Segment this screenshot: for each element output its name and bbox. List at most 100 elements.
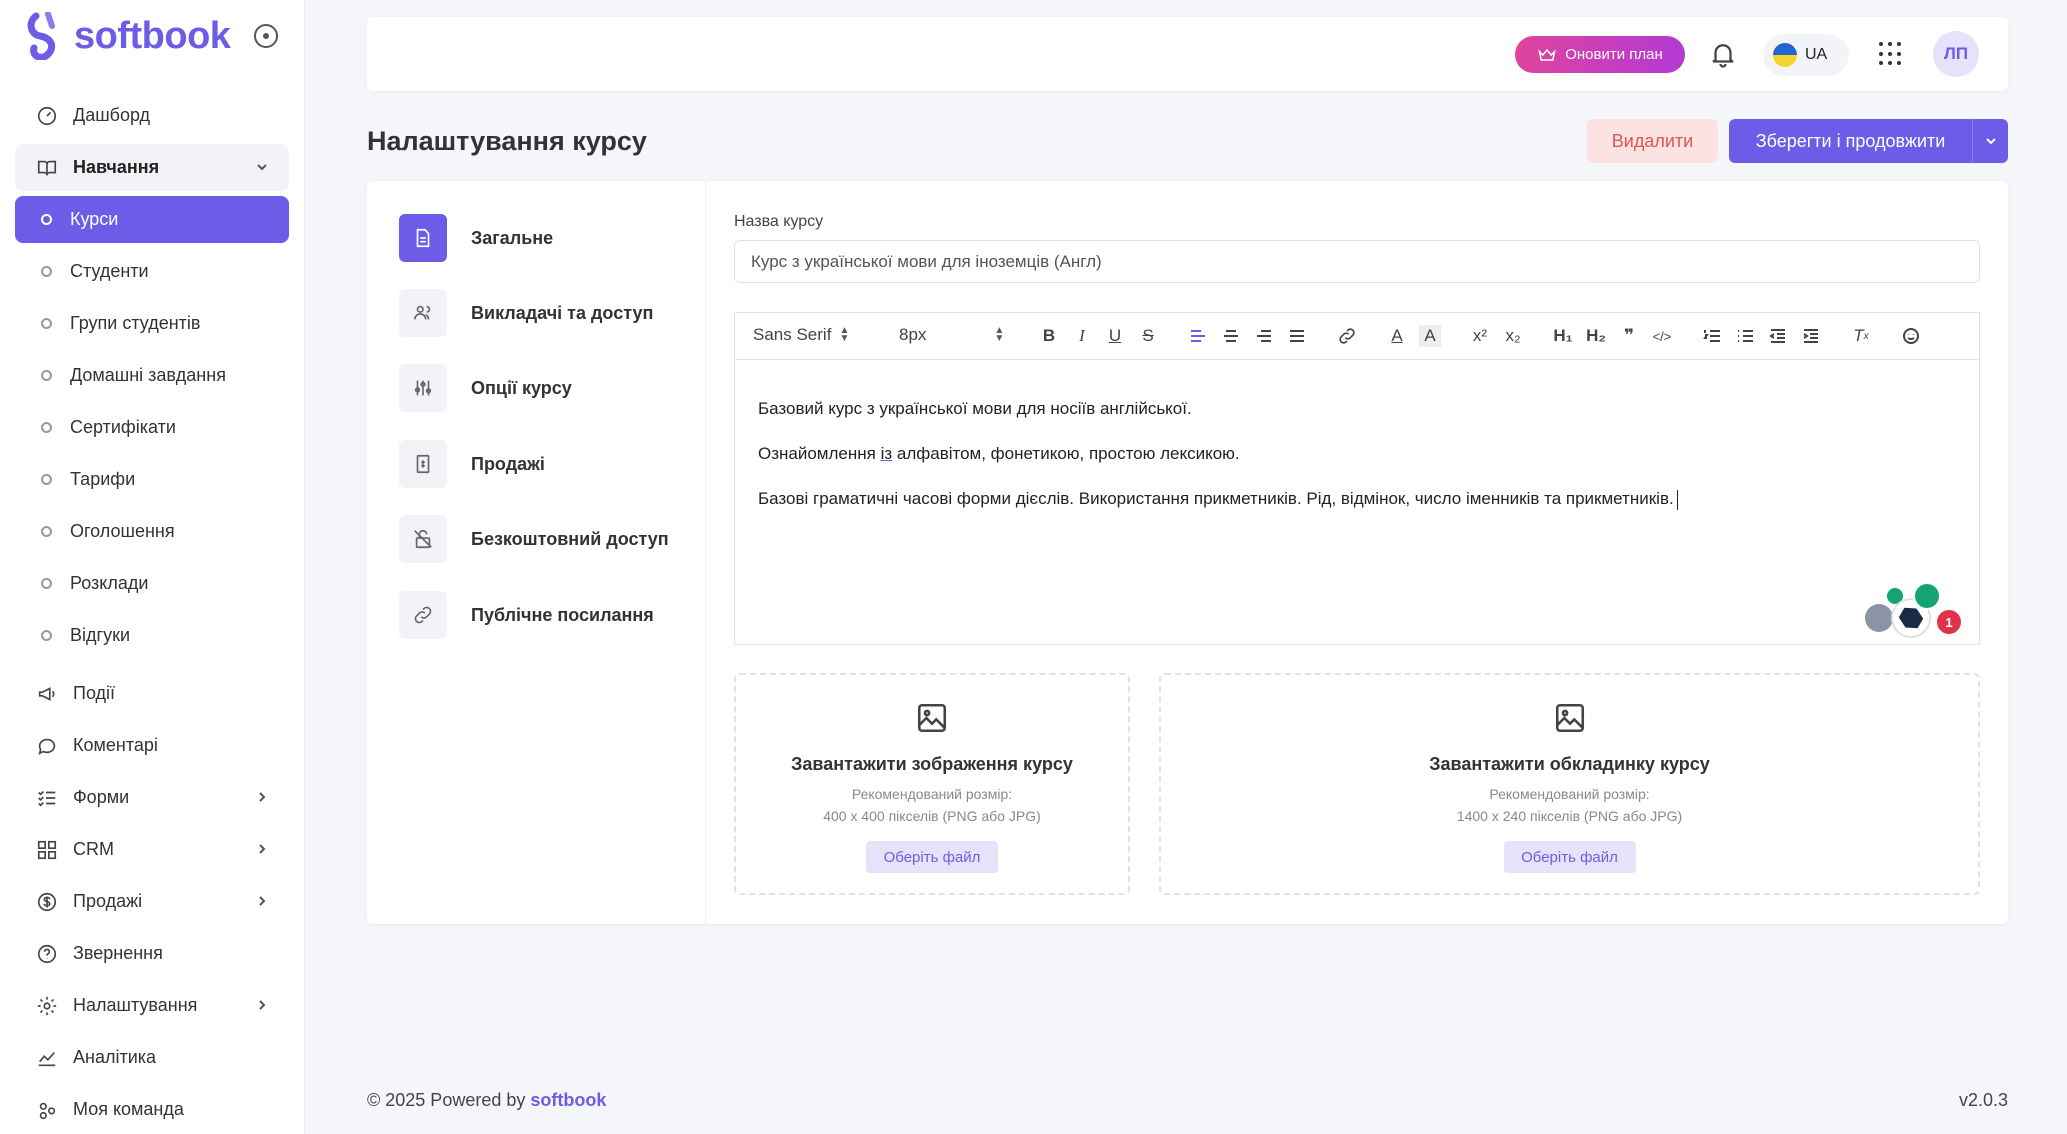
robot-extension-icon[interactable] — [1865, 604, 1893, 632]
emoji-icon[interactable] — [1900, 325, 1922, 347]
language-selector[interactable]: UA — [1763, 34, 1849, 76]
sidebar-item-crm[interactable]: CRM — [15, 826, 289, 873]
sidebar-collapse-icon[interactable] — [254, 24, 278, 48]
settings-tabs: Загальне Викладачі та доступ Опції курсу… — [367, 181, 706, 924]
link-icon[interactable] — [1336, 325, 1358, 347]
editor-content[interactable]: Базовий курс з української мови для носі… — [735, 360, 1979, 547]
gear-icon — [35, 994, 59, 1018]
sidebar-item-events[interactable]: Події — [15, 670, 289, 717]
bold-icon[interactable]: B — [1038, 325, 1060, 347]
choose-file-button[interactable]: Оберіть файл — [1503, 841, 1636, 873]
sidebar-item-forms[interactable]: Форми — [15, 774, 289, 821]
logo[interactable]: softbook — [26, 12, 231, 60]
users-icon — [399, 289, 447, 337]
sidebar-item-learning[interactable]: Навчання — [15, 144, 289, 191]
indent-icon[interactable] — [1800, 325, 1822, 347]
receipt-icon — [399, 440, 447, 488]
sidebar-item-settings[interactable]: Налаштування — [15, 982, 289, 1029]
background-color-icon[interactable]: A — [1419, 325, 1441, 347]
save-options-dropdown[interactable] — [1972, 119, 2008, 163]
sidebar-item-students[interactable]: Студенти — [15, 248, 289, 295]
outdent-icon[interactable] — [1767, 325, 1789, 347]
sidebar-item-tariffs[interactable]: Тарифи — [15, 456, 289, 503]
megaphone-icon — [35, 682, 59, 706]
tab-free-access[interactable]: Безкоштовний доступ — [399, 515, 669, 563]
tab-sales[interactable]: Продажі — [399, 440, 545, 488]
sidebar-item-announcements[interactable]: Оголошення — [15, 508, 289, 555]
sidebar-item-label: Групи студентів — [70, 313, 201, 333]
clear-format-icon[interactable]: Tx — [1850, 325, 1872, 347]
bullet-icon — [41, 474, 52, 485]
tab-public-link[interactable]: Публічне посилання — [399, 591, 654, 639]
align-left-icon[interactable] — [1187, 325, 1209, 347]
sidebar-item-label: Події — [73, 683, 116, 703]
sidebar-item-label: Відгуки — [70, 625, 131, 645]
sidebar-item-team[interactable]: Моя команда — [15, 1086, 289, 1133]
footer-copyright: © 2025 Powered by — [367, 1090, 526, 1110]
font-family-value: Sans Serif — [753, 325, 832, 344]
strikethrough-icon[interactable]: S — [1137, 325, 1159, 347]
tab-general[interactable]: Загальне — [399, 214, 553, 262]
upload-course-image[interactable]: Завантажити зображення курсу Рекомендова… — [734, 673, 1130, 895]
italic-icon[interactable]: I — [1071, 325, 1093, 347]
sidebar-item-sales[interactable]: Продажі — [15, 878, 289, 925]
sidebar-item-analytics[interactable]: Аналітика — [15, 1034, 289, 1081]
upload-course-cover[interactable]: Завантажити обкладинку курсу Рекомендова… — [1159, 673, 1980, 895]
tab-course-options[interactable]: Опції курсу — [399, 364, 572, 412]
footer-brand-link[interactable]: softbook — [530, 1090, 606, 1110]
ordered-list-icon[interactable] — [1701, 325, 1723, 347]
sidebar-item-schedules[interactable]: Розклади — [15, 560, 289, 607]
upgrade-plan-button[interactable]: Оновити план — [1515, 36, 1685, 73]
sidebar-item-support[interactable]: Звернення — [15, 930, 289, 977]
align-justify-icon[interactable] — [1286, 325, 1308, 347]
sidebar-item-student-groups[interactable]: Групи студентів — [15, 300, 289, 347]
text-color-icon[interactable]: A — [1386, 325, 1408, 347]
bullet-icon — [41, 214, 52, 225]
book-icon — [35, 156, 59, 180]
sidebar-item-comments[interactable]: Коментарі — [15, 722, 289, 769]
superscript-icon[interactable]: x² — [1469, 325, 1491, 347]
sidebar-item-dashboard[interactable]: Дашборд — [15, 92, 289, 139]
sidebar-item-certificates[interactable]: Сертифікати — [15, 404, 289, 451]
bullet-list-icon[interactable] — [1734, 325, 1756, 347]
font-family-select[interactable]: Sans Serif ▲ ▼ — [753, 325, 849, 345]
text-caret — [1676, 489, 1678, 510]
sidebar-item-label: Аналітика — [73, 1047, 157, 1067]
tab-label: Опції курсу — [471, 377, 572, 398]
code-block-icon[interactable]: </> — [1651, 325, 1673, 347]
align-center-icon[interactable] — [1220, 325, 1242, 347]
sidebar-item-courses[interactable]: Курси — [15, 196, 289, 243]
subscript-icon[interactable]: x₂ — [1502, 325, 1524, 347]
align-right-icon[interactable] — [1253, 325, 1275, 347]
team-icon — [35, 1098, 59, 1122]
blockquote-icon[interactable]: ❞ — [1618, 325, 1640, 347]
rich-text-editor[interactable]: Sans Serif ▲ ▼ 8px ▲ ▼ B I U S A A x² x₂ H… — [734, 312, 1980, 645]
sidebar-item-homework[interactable]: Домашні завдання — [15, 352, 289, 399]
course-name-input[interactable] — [734, 240, 1980, 283]
tab-teachers-access[interactable]: Викладачі та доступ — [399, 289, 653, 337]
ukraine-flag-icon — [1773, 43, 1797, 67]
footer: © 2025 Powered by softbook — [367, 1090, 606, 1111]
save-continue-button[interactable]: Зберегти і продовжити — [1729, 119, 1972, 163]
logo-text: softbook — [74, 14, 231, 57]
sidebar-item-reviews[interactable]: Відгуки — [15, 612, 289, 659]
tab-label: Продажі — [471, 453, 545, 474]
editor-extensions[interactable]: 1 — [1865, 582, 1961, 638]
underline-icon[interactable]: U — [1104, 325, 1126, 347]
course-name-label: Назва курсу — [734, 213, 824, 230]
bell-icon[interactable] — [1708, 39, 1738, 69]
heading2-icon[interactable]: H₂ — [1585, 325, 1607, 347]
editor-paragraph: Ознайомлення із алфавітом, фонетикою, пр… — [758, 444, 1240, 463]
choose-file-button[interactable]: Оберіть файл — [866, 841, 998, 873]
delete-button[interactable]: Видалити — [1587, 119, 1718, 163]
topbar: Оновити план UA ЛП — [367, 17, 2008, 91]
chevron-down-icon — [1985, 138, 1996, 145]
bullet-icon — [41, 370, 52, 381]
chevron-right-icon — [253, 996, 271, 1014]
grammarly-icon[interactable] — [1913, 582, 1941, 610]
heading1-icon[interactable]: H₁ — [1552, 325, 1574, 347]
font-size-select[interactable]: 8px ▲ ▼ — [899, 325, 1004, 345]
grammar-underlined-word[interactable]: із — [881, 444, 893, 463]
apps-grid-icon[interactable] — [1879, 42, 1903, 66]
avatar[interactable]: ЛП — [1933, 31, 1979, 77]
